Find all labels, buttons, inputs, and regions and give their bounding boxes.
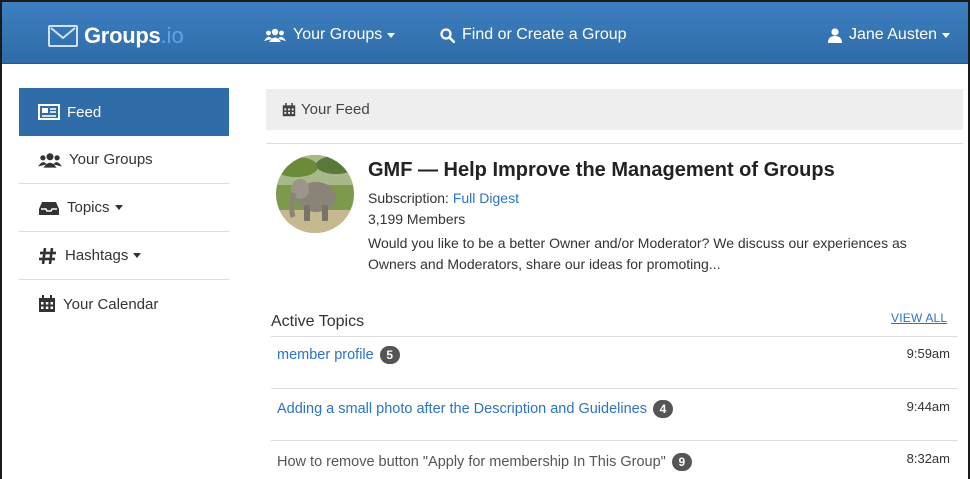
search-icon — [440, 27, 455, 43]
topic-title[interactable]: Adding a small photo after the Descripti… — [277, 400, 673, 418]
topic-time: 8:32am — [906, 451, 950, 466]
view-all-link[interactable]: VIEW ALL — [891, 311, 947, 325]
top-navbar: Groups .io Your Groups Find or Create a G… — [2, 2, 968, 64]
chevron-down-icon — [942, 32, 951, 38]
topic-title[interactable]: member profile 5 — [277, 346, 400, 364]
topic-count-badge: 9 — [671, 453, 692, 471]
hashtag-icon — [38, 247, 58, 265]
chevron-down-icon — [387, 32, 396, 38]
users-icon — [264, 28, 286, 42]
brand-name: Groups — [84, 23, 161, 48]
topic-title[interactable]: How to remove button "Apply for membersh… — [277, 453, 692, 471]
sidebar: Feed Your Groups Topics Hashtags Your Ca… — [19, 88, 229, 328]
divider — [266, 143, 963, 144]
active-topics-heading: Active Topics — [271, 313, 365, 330]
feed-header: Your Feed — [266, 89, 963, 130]
user-menu[interactable]: Jane Austen — [828, 26, 951, 44]
topic-title-text: member profile — [277, 347, 374, 363]
feed-header-label: Your Feed — [301, 101, 370, 118]
sidebar-item-hashtags[interactable]: Hashtags — [19, 232, 229, 280]
sidebar-item-label: Topics — [67, 199, 110, 216]
group-avatar[interactable] — [276, 155, 354, 233]
subscription-line: Subscription: Full Digest — [368, 190, 519, 206]
user-icon — [828, 27, 842, 43]
brand-tld: .io — [160, 23, 184, 48]
topic-time: 9:44am — [906, 399, 950, 414]
envelope-icon — [48, 25, 78, 47]
chevron-down-icon — [114, 205, 123, 210]
find-group-label: Find or Create a Group — [462, 26, 627, 43]
group-title[interactable]: GMF — Help Improve the Management of Gro… — [368, 159, 835, 182]
users-icon — [38, 152, 62, 168]
sidebar-item-feed[interactable]: Feed — [19, 88, 229, 136]
subscription-label: Subscription: — [368, 190, 449, 206]
sidebar-item-label: Feed — [67, 103, 102, 121]
topic-time: 9:59am — [906, 346, 950, 361]
chevron-down-icon — [133, 253, 142, 258]
sidebar-item-calendar[interactable]: Your Calendar — [19, 280, 229, 328]
topic-title-text: How to remove button "Apply for membersh… — [277, 454, 666, 470]
groups-io-logo[interactable]: Groups .io — [48, 22, 184, 50]
find-group-link[interactable]: Find or Create a Group — [440, 26, 627, 44]
topic-count-badge: 4 — [652, 400, 673, 418]
your-groups-label: Your Groups — [293, 26, 383, 43]
topic-row[interactable]: How to remove button "Apply for membersh… — [271, 440, 958, 479]
newspaper-icon — [38, 104, 60, 120]
group-description: Would you like to be a better Owner and/… — [368, 235, 907, 272]
calendar-icon — [282, 102, 296, 117]
sidebar-item-label: Your Groups — [69, 151, 153, 168]
sidebar-item-label: Hashtags — [65, 247, 129, 264]
your-groups-menu[interactable]: Your Groups — [264, 26, 396, 44]
topic-title-text: Adding a small photo after the Descripti… — [277, 401, 647, 417]
topic-row[interactable]: member profile 5 9:59am — [271, 336, 958, 388]
user-name: Jane Austen — [849, 26, 938, 43]
topic-count-badge: 5 — [379, 346, 400, 364]
member-count: 3,199 Members — [368, 211, 466, 227]
sidebar-item-your-groups[interactable]: Your Groups — [19, 136, 229, 184]
calendar-icon — [38, 295, 56, 313]
sidebar-item-topics[interactable]: Topics — [19, 184, 229, 232]
sidebar-item-label: Your Calendar — [63, 295, 159, 313]
inbox-icon — [38, 200, 60, 216]
topic-row[interactable]: Adding a small photo after the Descripti… — [271, 388, 958, 440]
subscription-link[interactable]: Full Digest — [453, 190, 519, 206]
